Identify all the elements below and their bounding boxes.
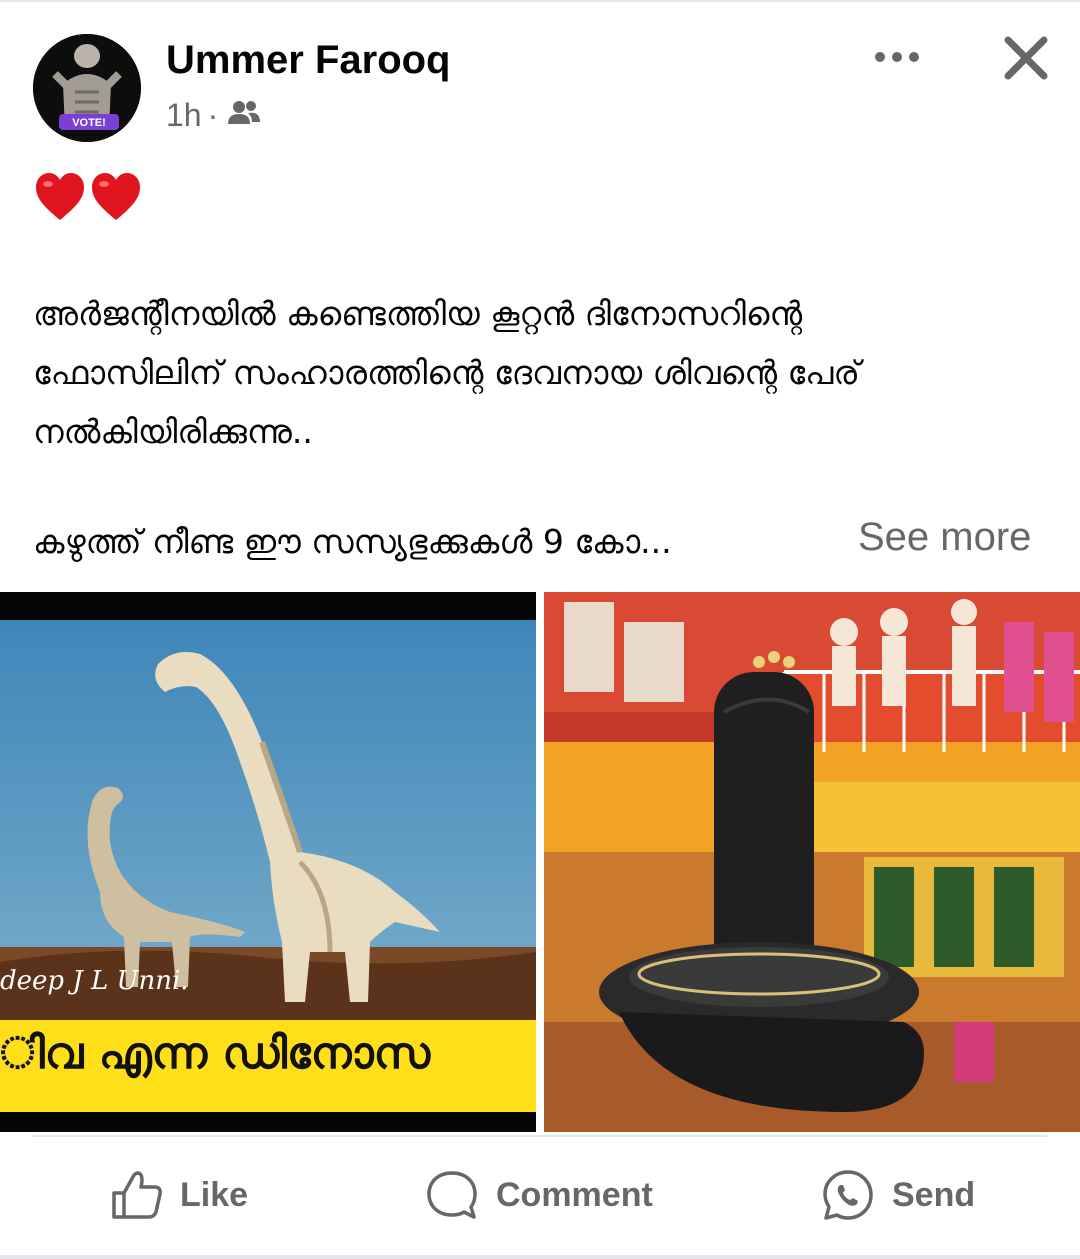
comment-label: Comment [496, 1175, 653, 1214]
more-dot-icon [875, 52, 885, 62]
post-text: അർജന്റീനയിൽ കണ്ടെത്തിയ കൂറ്റൻ ദിനോസറിന്റ… [33, 284, 1053, 461]
friends-icon[interactable] [226, 97, 262, 134]
comment-icon [427, 1171, 477, 1219]
post-text-line: നൽകിയിരിക്കുന്നു.. [33, 412, 313, 451]
actions-divider [33, 1135, 1047, 1137]
post-image-left[interactable]: deep J L Unni. ിവ എന്ന ഡിനോസ [0, 592, 536, 1132]
top-divider [0, 0, 1080, 2]
more-dot-icon [892, 52, 902, 62]
send-label: Send [892, 1175, 976, 1214]
whatsapp-icon [823, 1170, 873, 1220]
more-options-button[interactable] [866, 38, 928, 76]
more-dot-icon [909, 52, 919, 62]
avatar[interactable]: VOTE! [33, 34, 141, 142]
post-text-line: അർജന്റീനയിൽ കണ്ടെത്തിയ കൂറ്റൻ ദിനോസറിന്റ… [33, 294, 803, 333]
image-caption: ിവ എന്ന ഡിനോസ [0, 1028, 431, 1079]
thumbs-up-icon [112, 1171, 162, 1219]
image-watermark: deep J L Unni. [0, 966, 189, 996]
see-more-link[interactable]: See more [858, 515, 1031, 560]
heart-icon [36, 173, 84, 220]
like-button[interactable]: Like [108, 1165, 248, 1225]
like-label: Like [180, 1175, 249, 1214]
send-button[interactable]: Send [820, 1165, 975, 1225]
close-icon[interactable] [998, 30, 1054, 86]
bottom-divider [0, 1255, 1080, 1259]
post-text-line: ഫോസിലിന് സംഹാരത്തിന്റെ ദേവനായ ശിവന്റെ പേ… [33, 353, 860, 392]
post-image-right[interactable] [544, 592, 1080, 1132]
author-name[interactable]: Ummer Farooq [166, 38, 451, 83]
heart-icon [92, 173, 140, 220]
post-time[interactable]: 1h [166, 97, 202, 134]
reaction-emoji [33, 170, 143, 224]
meta-separator: · [207, 97, 219, 133]
avatar-badge: VOTE! [72, 117, 106, 129]
post-meta: 1h · [166, 97, 262, 134]
comment-button[interactable]: Comment [424, 1165, 653, 1225]
